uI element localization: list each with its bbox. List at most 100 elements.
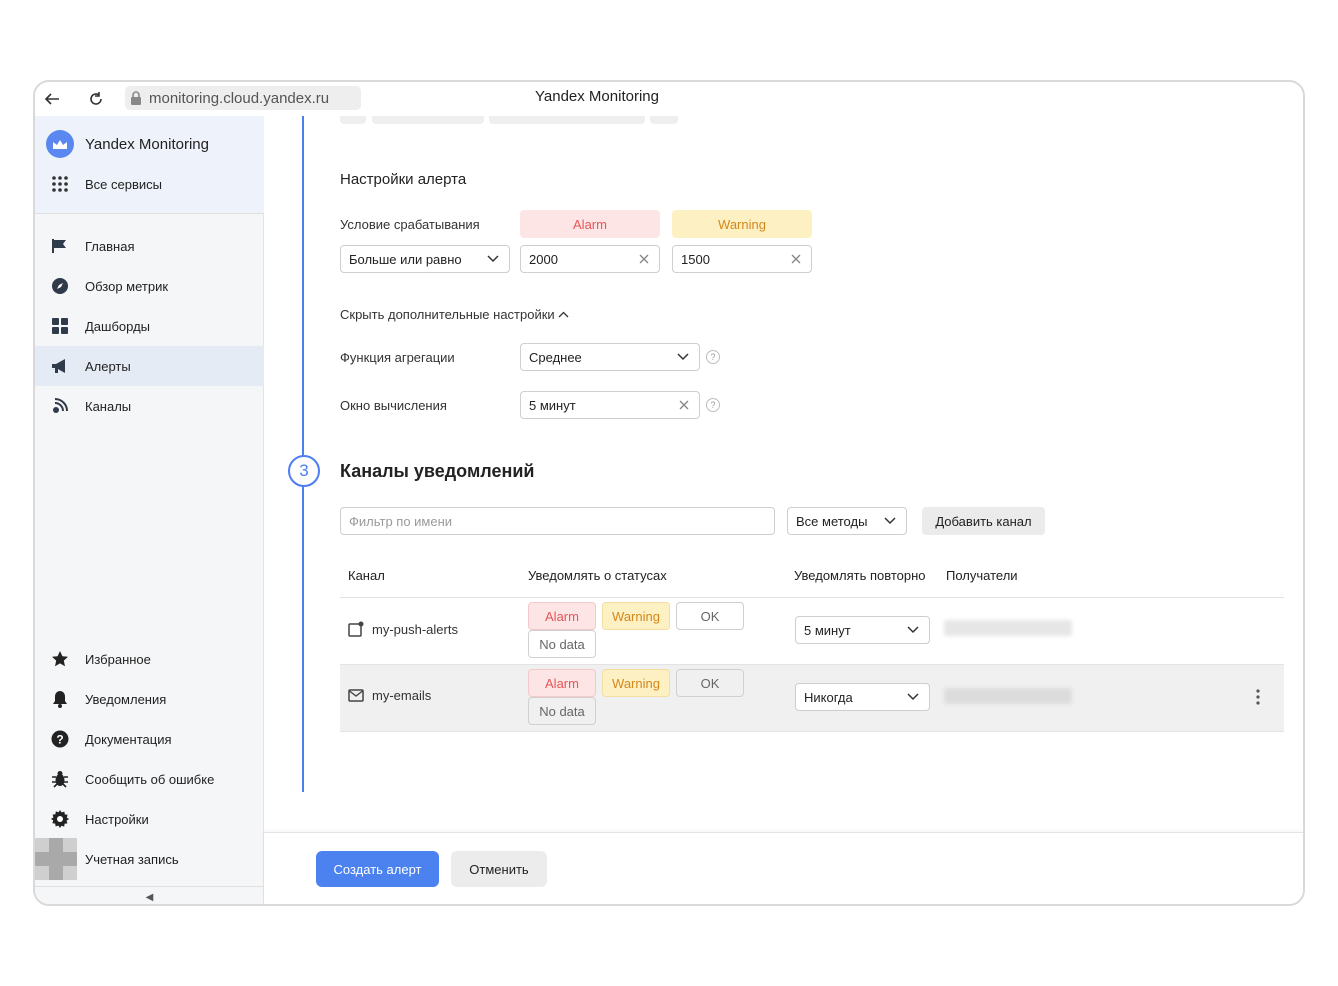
url-text: monitoring.cloud.yandex.ru (149, 89, 330, 107)
channel-name: my-emails (372, 688, 432, 703)
channels-title: Каналы уведомлений (340, 461, 535, 481)
sidebar-item-label: Уведомления (85, 691, 167, 707)
row-menu-button[interactable] (1256, 689, 1260, 708)
column-header-repeat: Уведомлять повторно (794, 568, 926, 583)
help-icon[interactable]: ? (706, 350, 720, 364)
sidebar-item-dashboards[interactable]: Дашборды (35, 306, 264, 346)
add-channel-button[interactable]: Добавить канал (922, 507, 1045, 535)
sidebar-brand[interactable]: Yandex Monitoring (35, 124, 264, 164)
sidebar-item-account[interactable]: Учетная запись (35, 839, 264, 879)
column-header-statuses: Уведомлять о статусах (528, 568, 667, 583)
window-input[interactable]: 5 минут (520, 391, 700, 419)
browser-title: Yandex Monitoring (535, 88, 659, 105)
sidebar-item-label: Каналы (85, 398, 132, 414)
sidebar-item-all-services[interactable]: Все сервисы (35, 164, 264, 204)
alarm-threshold-input[interactable]: 2000 (520, 245, 660, 273)
chevron-down-icon (905, 689, 921, 705)
status-toggle-alarm[interactable]: Alarm (528, 669, 596, 697)
step-line (302, 116, 304, 792)
clear-icon[interactable] (635, 250, 653, 268)
repeat-value: 5 минут (804, 622, 851, 638)
status-toggle-ok[interactable]: OK (676, 602, 744, 630)
alarm-threshold-value: 2000 (529, 251, 558, 267)
step-number: 3 (288, 455, 320, 487)
bug-icon (35, 770, 85, 788)
warning-threshold-value: 1500 (681, 251, 710, 267)
repeat-select[interactable]: 5 минут (795, 616, 930, 644)
hide-advanced-label: Скрыть дополнительные настройки (340, 307, 555, 322)
gear-icon (35, 810, 85, 828)
help-icon[interactable]: ? (706, 398, 720, 412)
table-row[interactable]: my-emails (348, 688, 431, 703)
scrolled-field-remnant (650, 116, 678, 124)
aggregation-select[interactable]: Среднее (520, 343, 700, 371)
column-header-channel: Канал (348, 568, 385, 583)
table-divider (340, 731, 1284, 732)
status-toggle-nodata[interactable]: No data (528, 697, 596, 725)
svg-text:?: ? (56, 733, 63, 747)
address-bar[interactable]: monitoring.cloud.yandex.ru (125, 86, 361, 110)
sidebar-item-label: Сообщить об ошибке (85, 771, 215, 787)
sidebar-item-home[interactable]: Главная (35, 226, 264, 266)
sidebar-item-docs[interactable]: ? Документация (35, 719, 264, 759)
status-toggle-warning[interactable]: Warning (602, 602, 670, 630)
mail-icon (348, 689, 364, 702)
sidebar-item-label: Избранное (85, 651, 151, 667)
hide-advanced-link[interactable]: Скрыть дополнительные настройки (340, 307, 569, 322)
collapse-arrow-icon: ◀ (145, 892, 154, 903)
broadcast-icon (35, 397, 85, 415)
status-toggle-nodata[interactable]: No data (528, 630, 596, 658)
monitoring-logo-icon (46, 130, 74, 158)
methods-select[interactable]: Все методы (787, 507, 907, 535)
condition-label: Условие срабатывания (340, 217, 480, 232)
channel-filter-input[interactable] (340, 507, 775, 535)
chevron-down-icon (675, 349, 691, 365)
sidebar-item-alerts[interactable]: Алерты (35, 346, 264, 386)
sidebar-item-channels[interactable]: Каналы (35, 386, 264, 426)
arrow-left-icon (44, 93, 59, 105)
grid-icon (35, 317, 85, 335)
sidebar-item-metrics[interactable]: Обзор метрик (35, 266, 264, 306)
repeat-select[interactable]: Никогда (795, 683, 930, 711)
browser-window: monitoring.cloud.yandex.ru Yandex Monito… (33, 80, 1305, 906)
aggregation-label: Функция агрегации (340, 350, 455, 365)
chevron-down-icon (485, 251, 501, 267)
apps-grid-icon (35, 175, 85, 193)
sidebar-item-notifications[interactable]: Уведомления (35, 679, 264, 719)
channel-name: my-push-alerts (372, 621, 458, 637)
star-icon (35, 650, 85, 668)
warning-threshold-input[interactable]: 1500 (672, 245, 812, 273)
sidebar-item-label: Дашборды (85, 318, 150, 334)
aggregation-value: Среднее (529, 349, 582, 365)
more-vertical-icon (1256, 689, 1260, 705)
lock-icon (125, 91, 147, 105)
reload-button[interactable] (85, 88, 107, 110)
clear-icon[interactable] (787, 250, 805, 268)
table-row[interactable]: my-push-alerts (348, 621, 458, 637)
clear-icon[interactable] (675, 396, 693, 414)
create-alert-button[interactable]: Создать алерт (316, 851, 439, 887)
back-button[interactable] (41, 88, 63, 110)
sidebar-item-favorites[interactable]: Избранное (35, 639, 264, 679)
sidebar-item-label: Настройки (85, 811, 149, 827)
status-toggle-ok[interactable]: OK (676, 669, 744, 697)
sidebar-item-label: Документация (85, 731, 172, 747)
alert-settings-title: Настройки алерта (340, 171, 467, 188)
sidebar-item-settings[interactable]: Настройки (35, 799, 264, 839)
status-toggle-warning[interactable]: Warning (602, 669, 670, 697)
status-toggle-alarm[interactable]: Alarm (528, 602, 596, 630)
push-icon (348, 621, 364, 637)
scrolled-field-remnant (372, 116, 484, 124)
comparison-select[interactable]: Больше или равно (340, 245, 510, 273)
chevron-down-icon (905, 622, 921, 638)
scrolled-field-remnant (489, 116, 645, 124)
column-header-recipients: Получатели (946, 568, 1018, 583)
table-divider (340, 597, 1284, 598)
repeat-value: Никогда (804, 689, 853, 705)
browser-toolbar: monitoring.cloud.yandex.ru Yandex Monito… (35, 82, 1303, 116)
sidebar-collapse-button[interactable]: ◀ (35, 886, 264, 904)
sidebar-item-report-bug[interactable]: Сообщить об ошибке (35, 759, 264, 799)
cancel-button[interactable]: Отменить (451, 851, 547, 887)
channel-filter-text[interactable] (349, 513, 774, 529)
chevron-up-icon (558, 311, 569, 318)
